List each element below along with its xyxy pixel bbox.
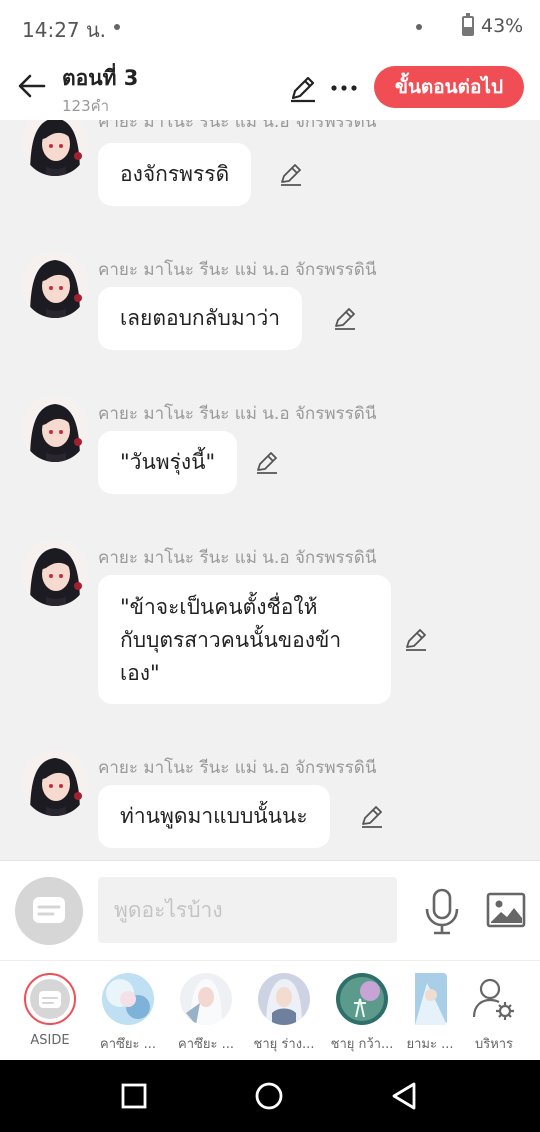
character-name: ชายุ ร่าง... xyxy=(253,1037,315,1052)
speaker-name: คายะ มาโนะ รีนะ แม่ น.อ จักรพรรดินี xyxy=(98,548,377,568)
page-title: ตอนที่ 3 xyxy=(62,66,139,90)
composer xyxy=(0,860,540,960)
square-nav-icon xyxy=(121,1083,147,1109)
chat-area[interactable]: คายะ มาโนะ รีนะ แม่ น.อ จักรพรรดินี องจั… xyxy=(0,120,540,860)
speaker-name: คายะ มาโนะ รีนะ แม่ น.อ จักรพรรดินี xyxy=(98,120,377,132)
battery-percent: 43% xyxy=(481,15,524,37)
manage-characters-button[interactable]: บริหาร xyxy=(459,973,529,1061)
character-item[interactable]: ชายุ กว้า... xyxy=(327,973,397,1061)
avatar[interactable] xyxy=(22,396,88,462)
back-button[interactable] xyxy=(14,68,50,104)
image-icon xyxy=(486,892,526,928)
character-item[interactable]: ชายุ ร่าง... xyxy=(249,973,319,1061)
notification-dot xyxy=(114,24,120,30)
next-step-button[interactable]: ขั้นตอนต่อไป xyxy=(374,66,524,108)
pencil-icon xyxy=(291,76,315,103)
back-nav-button[interactable] xyxy=(386,1078,422,1114)
message-bubble[interactable]: "วันพรุ่งนี้" xyxy=(98,431,238,494)
message-input[interactable] xyxy=(98,877,397,943)
character-name: ยามะ ... xyxy=(406,1037,454,1052)
avatar[interactable] xyxy=(22,120,88,176)
character-avatar-image xyxy=(22,120,88,176)
message-line: เอง" xyxy=(120,661,160,685)
more-button[interactable] xyxy=(328,72,360,104)
message-text: "ข้าจะเป็นคนตั้งชื่อให้ กับบุตรสาวคนนั้น… xyxy=(120,591,341,690)
message-bubble[interactable]: ท่านพูดมาแบบนั้นนะ xyxy=(98,785,330,848)
image-button[interactable] xyxy=(486,891,526,929)
message-text: ท่านพูดมาแบบนั้นนะ xyxy=(120,804,308,828)
avatar[interactable] xyxy=(22,252,88,318)
message-line: กับบุตรสาวคนนั้นของข้า xyxy=(120,628,342,652)
character-name: คาซึยะ ... xyxy=(178,1037,234,1052)
avatar[interactable] xyxy=(22,750,88,816)
character-name: ชายุ กว้า... xyxy=(330,1037,394,1052)
character-avatar-image xyxy=(22,540,88,606)
home-button[interactable] xyxy=(251,1078,287,1114)
mic-button[interactable] xyxy=(422,887,462,935)
message-bubble[interactable]: องจักรพรรดิ xyxy=(98,143,252,206)
character-avatar-image xyxy=(180,973,232,1025)
speaker-name: คายะ มาโนะ รีนะ แม่ น.อ จักรพรรดินี xyxy=(98,404,377,424)
circle-nav-icon xyxy=(255,1082,283,1110)
system-nav-bar xyxy=(0,1060,540,1132)
character-avatar-image xyxy=(258,973,310,1025)
chat-message: คายะ มาโนะ รีนะ แม่ น.อ จักรพรรดินี "ข้า… xyxy=(0,540,540,710)
character-aside[interactable]: ASIDE xyxy=(15,973,85,1061)
edit-message-button[interactable] xyxy=(403,626,429,652)
chat-message: คายะ มาโนะ รีนะ แม่ น.อ จักรพรรดินี ท่าน… xyxy=(0,750,540,860)
character-avatar-image xyxy=(415,973,447,1025)
character-avatar-image xyxy=(22,252,88,318)
chat-message: คายะ มาโนะ รีนะ แม่ น.อ จักรพรรดินี "วัน… xyxy=(0,396,540,506)
chat-message: คายะ มาโนะ รีนะ แม่ น.อ จักรพรรดินี เลยต… xyxy=(0,252,540,362)
settings-user-icon xyxy=(468,973,520,1025)
pencil-icon xyxy=(406,629,426,651)
speaker-name: คายะ มาโนะ รีนะ แม่ น.อ จักรพรรดินี xyxy=(98,260,377,280)
avatar[interactable] xyxy=(22,540,88,606)
edit-message-button[interactable] xyxy=(359,803,385,829)
edit-message-button[interactable] xyxy=(332,305,358,331)
signal-dot xyxy=(416,24,422,30)
back-arrow-icon xyxy=(18,74,46,98)
recents-button[interactable] xyxy=(116,1078,152,1114)
pencil-icon xyxy=(281,164,301,186)
message-bubble[interactable]: "ข้าจะเป็นคนตั้งชื่อให้ กับบุตรสาวคนนั้น… xyxy=(98,575,391,704)
character-avatar-image xyxy=(102,973,154,1025)
aside-chat-icon xyxy=(30,979,70,1019)
character-item[interactable]: คาซึยะ ... xyxy=(171,973,241,1061)
character-bar: ASIDE คาซึยะ ... คาซึยะ ... ชายุ ร่าง...… xyxy=(0,960,540,1060)
character-avatar-image xyxy=(336,973,388,1025)
message-text: "วันพรุ่งนี้" xyxy=(120,450,216,474)
pencil-icon xyxy=(362,806,382,828)
message-text: องจักรพรรดิ xyxy=(120,162,230,186)
speaker-name: คายะ มาโนะ รีนะ แม่ น.อ จักรพรรดินี xyxy=(98,758,377,778)
message-bubble[interactable]: เลยตอบกลับมาว่า xyxy=(98,287,303,350)
battery-icon xyxy=(462,13,474,36)
character-name: บริหาร xyxy=(474,1037,514,1052)
aside-avatar xyxy=(24,973,76,1025)
chat-message: คายะ มาโนะ รีนะ แม่ น.อ จักรพรรดินี องจั… xyxy=(0,120,540,220)
status-bar: 14:27 น. 43% xyxy=(0,0,540,56)
pencil-icon xyxy=(257,452,277,474)
message-text: เลยตอบกลับมาว่า xyxy=(120,306,281,330)
status-time: 14:27 น. xyxy=(22,18,107,42)
character-item[interactable]: คาซึยะ ... xyxy=(93,973,163,1061)
character-name: คาซึยะ ... xyxy=(100,1037,156,1052)
mic-icon xyxy=(425,888,459,935)
character-name: ASIDE xyxy=(30,1033,70,1048)
aside-toggle-button[interactable] xyxy=(15,877,83,945)
pencil-icon xyxy=(335,308,355,330)
edit-message-button[interactable] xyxy=(278,161,304,187)
edit-title-button[interactable] xyxy=(287,72,319,104)
message-line: "ข้าจะเป็นคนตั้งชื่อให้ xyxy=(120,595,318,619)
header: ตอนที่ 3 123คำ ขั้นตอนต่อไป xyxy=(0,56,540,120)
character-avatar-image xyxy=(22,750,88,816)
character-item[interactable]: ยามะ ... xyxy=(396,973,456,1061)
chat-bubble-icon xyxy=(33,897,65,923)
word-count: 123คำ xyxy=(62,97,110,115)
character-avatar-image xyxy=(22,396,88,462)
edit-message-button[interactable] xyxy=(254,449,280,475)
more-icon xyxy=(331,85,357,91)
triangle-nav-icon xyxy=(392,1082,416,1110)
